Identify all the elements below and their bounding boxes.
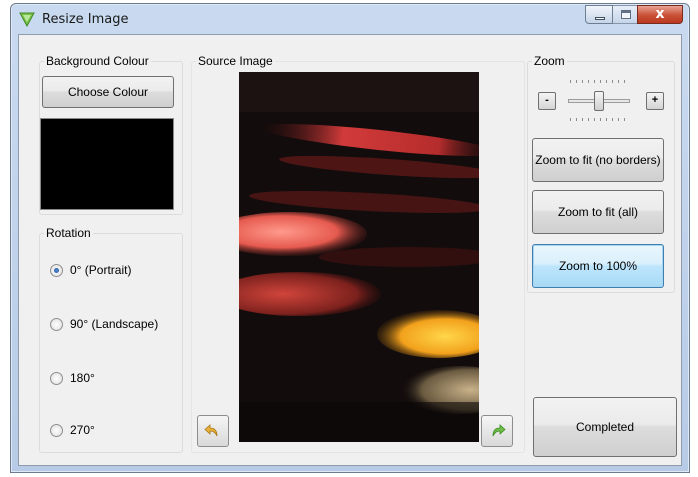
rotation-label-270: 270° <box>70 423 95 437</box>
zoom-fit-no-borders-button[interactable]: Zoom to fit (no borders) <box>532 138 664 182</box>
rotation-label-180: 180° <box>70 371 95 385</box>
slider-tick <box>582 118 583 121</box>
slider-tick <box>624 118 625 121</box>
minimize-icon <box>595 17 605 20</box>
close-icon: x <box>655 6 665 22</box>
rotation-radio-90[interactable] <box>50 317 63 331</box>
window-title: Resize Image <box>42 12 129 27</box>
rotate-right-button[interactable] <box>481 415 513 447</box>
source-image-preview <box>239 72 479 442</box>
zoom-slider[interactable] <box>568 80 632 124</box>
rotation-option-270[interactable]: 270° <box>50 422 95 438</box>
slider-tick <box>606 118 607 121</box>
slider-tick <box>618 118 619 121</box>
rotation-option-90[interactable]: 90° (Landscape) <box>50 316 158 332</box>
rotation-label-0: 0° (Portrait) <box>70 263 132 277</box>
completed-button[interactable]: Completed <box>533 397 677 457</box>
zoom-group: Zoom - + Zoom to fit (no borders) Zoom t… <box>527 54 675 293</box>
zoom-slider-thumb[interactable] <box>594 91 604 111</box>
slider-tick <box>588 80 589 83</box>
rotation-radio-270[interactable] <box>50 423 63 437</box>
zoom-out-button[interactable]: - <box>538 92 556 110</box>
slider-tick <box>576 80 577 83</box>
rotation-radio-0[interactable] <box>50 263 63 277</box>
rotation-group: Rotation 0° (Portrait) 90° (Landscape) 1… <box>39 226 183 453</box>
slider-tick <box>624 80 625 83</box>
close-button[interactable]: x <box>637 5 683 24</box>
slider-tick <box>594 118 595 121</box>
slider-tick <box>570 118 571 121</box>
slider-tick <box>618 80 619 83</box>
dialog-client-area: Background Colour Choose Colour Rotation… <box>18 34 682 466</box>
background-colour-legend: Background Colour <box>44 54 151 68</box>
zoom-100-button[interactable]: Zoom to 100% <box>532 244 664 288</box>
rotation-label-90: 90° (Landscape) <box>70 317 159 331</box>
app-triangle-icon <box>19 12 35 27</box>
title-bar[interactable]: Resize Image x <box>11 4 689 34</box>
source-image-photo <box>239 72 479 442</box>
zoom-in-button[interactable]: + <box>646 92 664 110</box>
slider-tick <box>600 80 601 83</box>
rotation-option-0[interactable]: 0° (Portrait) <box>50 262 131 278</box>
slider-tick <box>612 80 613 83</box>
choose-colour-button[interactable]: Choose Colour <box>42 76 174 108</box>
slider-tick <box>600 118 601 121</box>
slider-tick <box>612 118 613 121</box>
background-colour-swatch[interactable] <box>40 118 174 210</box>
maximize-icon <box>621 10 631 19</box>
rotate-right-icon <box>492 424 506 437</box>
resize-image-window: Resize Image x Background Colour Choose … <box>10 3 690 473</box>
source-image-legend: Source Image <box>196 54 275 68</box>
rotate-left-icon <box>204 424 218 437</box>
rotation-legend: Rotation <box>44 226 93 240</box>
slider-tick <box>606 80 607 83</box>
zoom-legend: Zoom <box>532 54 567 68</box>
slider-tick <box>588 118 589 121</box>
slider-tick <box>570 80 571 83</box>
slider-tick <box>582 80 583 83</box>
minimize-button[interactable] <box>585 5 613 24</box>
rotate-left-button[interactable] <box>197 415 229 447</box>
rotation-radio-180[interactable] <box>50 371 63 385</box>
maximize-button[interactable] <box>612 5 638 24</box>
rotation-option-180[interactable]: 180° <box>50 370 95 386</box>
zoom-fit-all-button[interactable]: Zoom to fit (all) <box>532 190 664 234</box>
slider-tick <box>576 118 577 121</box>
slider-tick <box>594 80 595 83</box>
background-colour-group: Background Colour Choose Colour <box>39 54 183 215</box>
